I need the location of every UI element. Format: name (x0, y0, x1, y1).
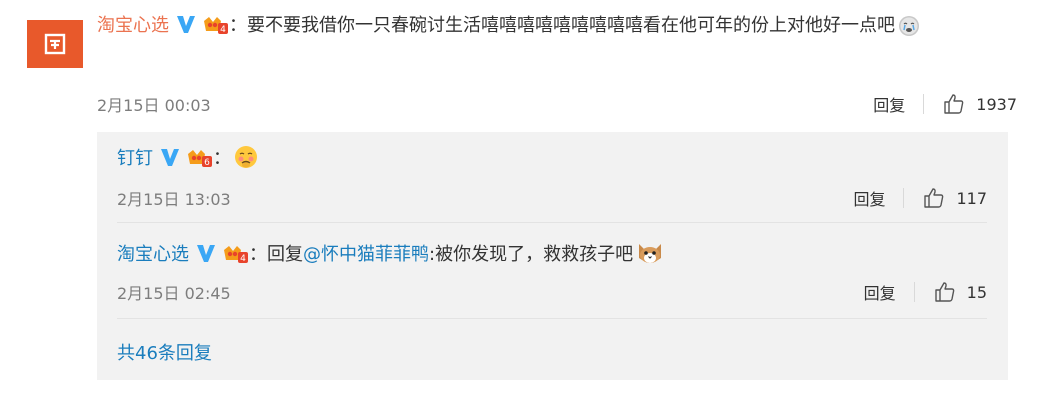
svg-text:6: 6 (204, 158, 210, 168)
avatar[interactable] (27, 20, 83, 68)
comment-body: ：要不要我借你一只春碗讨生活嘻嘻嘻嘻嘻嘻嘻嘻嘻看在他可年的份上对他好一点吧 (229, 15, 895, 36)
reply-text-line: 钉钉 6： (117, 144, 987, 174)
like-count: 15 (966, 282, 987, 302)
reply-meta: 2月15日 13:03 回复 117 (117, 186, 987, 210)
like-count: 1937 (976, 94, 1017, 114)
like-button[interactable]: 15 (933, 280, 987, 304)
thumbs-up-icon (944, 94, 964, 114)
comment-actions: 回复 1937 (873, 92, 1017, 116)
reply-divider (117, 318, 987, 319)
reply-button[interactable]: 回复 (864, 280, 896, 304)
reply-username[interactable]: 淘宝心选 (117, 244, 189, 265)
reply-actions: 回复 15 (864, 280, 987, 304)
verified-v-icon (161, 149, 179, 166)
action-divider (903, 188, 905, 208)
comment-username[interactable]: 淘宝心选 (97, 15, 169, 36)
reply-button[interactable]: 回复 (853, 186, 885, 210)
comment-text-line: 淘宝心选 4 ：要不要我借你一只春碗讨生活嘻嘻嘻嘻嘻嘻嘻嘻嘻看在他可年的份上对他好一… (97, 10, 1017, 42)
reply-timestamp: 2月15日 02:45 (117, 284, 231, 303)
reply-item: 钉钉 6： 2月15日 13:03 回复 117 (117, 144, 987, 209)
like-button[interactable]: 117 (922, 186, 987, 210)
reply-text-line: 淘宝心选 4 ：回复@怀中猫菲菲鸭:被你发现了，救救孩子吧 (117, 238, 987, 270)
reply-actions: 回复 117 (853, 186, 987, 210)
member-crown-icon: 4 (224, 246, 248, 264)
action-divider (913, 282, 915, 302)
reply-body: :被你发现了，救救孩子吧 (429, 244, 634, 265)
comment-meta: 2月15日 00:03 回复 1937 (97, 92, 1017, 116)
taobao-xinxuan-logo-icon (44, 33, 66, 55)
svg-text:4: 4 (220, 25, 226, 35)
reply-meta: 2月15日 02:45 回复 15 (117, 280, 987, 304)
embarrassed-emoji-icon (235, 146, 257, 168)
reply-divider (117, 222, 987, 223)
reply-username[interactable]: 钉钉 (117, 148, 153, 169)
member-crown-icon: 4 (204, 17, 228, 35)
like-count: 117 (956, 188, 987, 208)
reply-timestamp: 2月15日 13:03 (117, 190, 231, 209)
more-replies-link[interactable]: 共46条回复 (117, 339, 212, 365)
comment-timestamp: 2月15日 00:03 (97, 96, 211, 115)
svg-text:4: 4 (240, 254, 246, 264)
cat-emoji-icon (639, 244, 662, 263)
thumbs-up-icon (934, 282, 954, 302)
member-crown-icon: 6 (188, 150, 212, 168)
like-button[interactable]: 1937 (942, 92, 1017, 116)
action-divider (923, 94, 925, 114)
reply-body: ： (213, 148, 231, 169)
verified-v-icon (177, 16, 195, 33)
verified-v-icon (197, 245, 215, 262)
crying-emoji-icon (899, 16, 919, 36)
reply-item: 淘宝心选 4 ：回复@怀中猫菲菲鸭:被你发现了，救救孩子吧 2月15日 02:45 … (117, 238, 987, 303)
thumbs-up-icon (924, 188, 944, 208)
replies-panel: 钉钉 6： 2月15日 13:03 回复 117 淘宝心选 4 ：回复@怀中猫菲菲鸭:… (97, 132, 1008, 380)
main-comment: 淘宝心选 4 ：要不要我借你一只春碗讨生活嘻嘻嘻嘻嘻嘻嘻嘻嘻看在他可年的份上对他好一… (97, 10, 1017, 115)
reply-button[interactable]: 回复 (873, 92, 905, 116)
reply-prefix: ：回复 (249, 244, 303, 265)
mention-link[interactable]: @怀中猫菲菲鸭 (303, 244, 429, 265)
